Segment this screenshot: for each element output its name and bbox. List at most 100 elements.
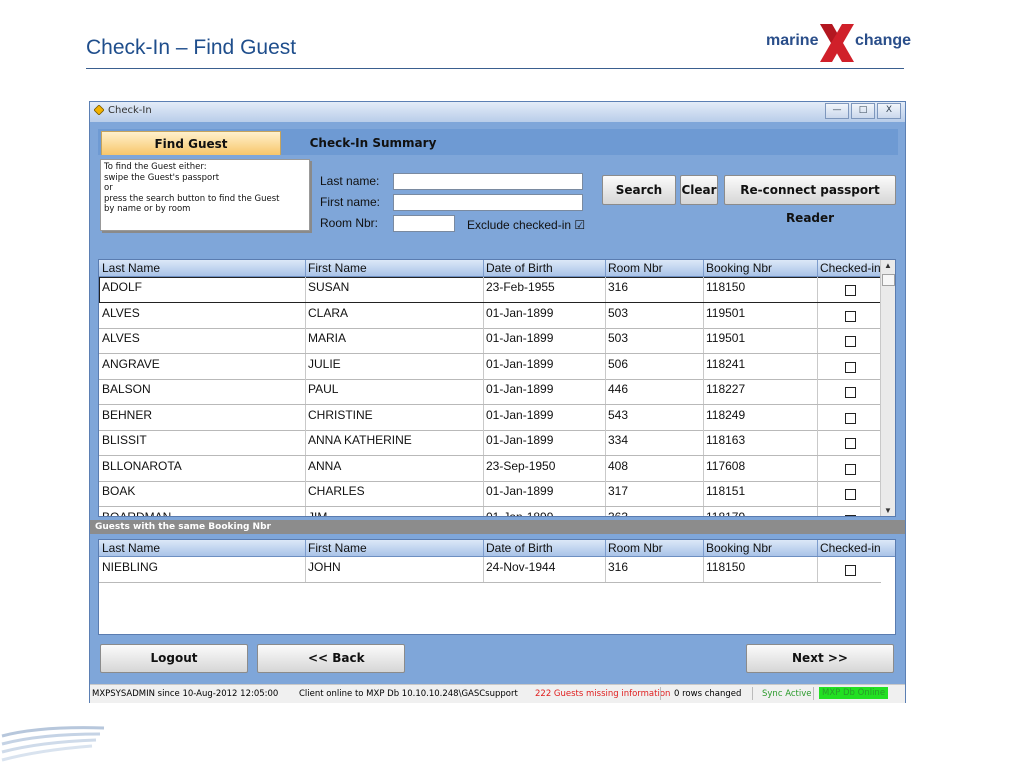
guests-scrollbar[interactable]: ▲ ▼ (880, 260, 895, 516)
cell-room-nbr: 503 (608, 305, 629, 320)
maximize-button[interactable]: □ (851, 103, 875, 119)
reconnect-passport-reader-button[interactable]: Re-connect passport Reader (724, 175, 896, 225)
same-booking-header: Guests with the same Booking Nbr (90, 520, 905, 534)
scroll-down-icon[interactable]: ▼ (884, 506, 892, 515)
cell-date-of-birth: 01-Jan-1899 (486, 407, 554, 422)
cell-date-of-birth: 01-Jan-1899 (486, 484, 554, 498)
checked-in-checkbox[interactable] (845, 412, 856, 424)
cell-booking-nbr: 119501 (706, 331, 746, 345)
table-row[interactable]: BLLONAROTA ANNA 23-Sep-1950 408 117608 (99, 455, 881, 482)
last-name-input[interactable] (393, 173, 583, 190)
column-header[interactable]: Last Name (102, 261, 160, 275)
help-text-box: To find the Guest either: swipe the Gues… (100, 159, 310, 231)
window-title: Check-In (108, 105, 152, 116)
column-header[interactable]: First Name (308, 261, 367, 275)
checked-in-checkbox[interactable] (845, 310, 856, 322)
checked-in-checkbox[interactable] (845, 565, 856, 576)
check-in-window: Check-In — □ X Find Guest Check-In Summa… (89, 101, 906, 703)
column-header[interactable]: Last Name (102, 541, 160, 555)
table-row[interactable]: BOAK CHARLES 01-Jan-1899 317 118151 (99, 481, 881, 507)
status-rows-changed: 0 rows changed (674, 689, 742, 699)
status-sync: Sync Active (762, 689, 812, 699)
room-nbr-input[interactable] (393, 215, 455, 232)
checked-in-checkbox[interactable] (845, 489, 856, 500)
column-header[interactable]: Booking Nbr (706, 541, 772, 555)
column-header[interactable]: Date of Birth (486, 261, 553, 275)
cell-booking-nbr: 118163 (706, 433, 746, 447)
checked-in-checkbox[interactable] (845, 438, 856, 449)
cell-booking-nbr: 118249 (706, 407, 746, 422)
first-name-input[interactable] (393, 194, 583, 211)
cell-date-of-birth: 01-Jan-1899 (486, 331, 554, 345)
cell-last-name: ALVES (102, 305, 140, 320)
table-row[interactable]: BEHNER CHRISTINE 01-Jan-1899 543 118249 (99, 404, 881, 431)
help-line: by name or by room (104, 204, 191, 214)
checked-in-checkbox[interactable] (845, 285, 856, 296)
cell-date-of-birth: 24-Nov-1944 (486, 560, 556, 574)
column-header[interactable]: First Name (308, 541, 367, 555)
help-line: or (104, 183, 113, 193)
search-button[interactable]: Search (602, 175, 676, 205)
cell-last-name: ANGRAVE (102, 356, 160, 371)
cell-room-nbr: 446 (608, 382, 629, 396)
scroll-up-icon[interactable]: ▲ (884, 261, 892, 270)
window-titlebar[interactable]: Check-In — □ X (90, 102, 905, 122)
table-row[interactable]: ANGRAVE JULIE 01-Jan-1899 506 118241 (99, 353, 881, 380)
help-line: press the search button to find the Gues… (104, 193, 280, 204)
search-panel: To find the Guest either: swipe the Gues… (98, 155, 898, 275)
cell-date-of-birth: 01-Jan-1899 (486, 509, 554, 517)
close-button[interactable]: X (877, 103, 901, 119)
column-header[interactable]: Checked-in (820, 541, 881, 555)
cell-first-name: PAUL (308, 382, 339, 396)
column-header[interactable]: Date of Birth (486, 541, 553, 555)
cell-first-name: JIM (308, 509, 328, 517)
column-header[interactable]: Checked-in (820, 261, 881, 275)
table-row[interactable]: BLISSIT ANNA KATHERINE 01-Jan-1899 334 11816… (99, 430, 881, 456)
table-row[interactable]: BALSON PAUL 01-Jan-1899 446 118227 (99, 379, 881, 405)
next-button[interactable]: Next >> (746, 644, 894, 673)
cell-first-name: SUSAN (308, 280, 350, 294)
cell-room-nbr: 317 (608, 484, 629, 498)
exclude-checked-in-checkbox[interactable]: Exclude checked-in ☑ (467, 218, 585, 232)
checked-in-checkbox[interactable] (845, 336, 856, 347)
status-db-online: MXP Db Online (819, 687, 889, 699)
minimize-button[interactable]: — (825, 103, 849, 119)
wave-decoration-icon (1, 726, 105, 762)
tab-check-in-summary[interactable]: Check-In Summary (288, 131, 458, 155)
cell-last-name: BOARDMAN (102, 509, 172, 517)
cell-first-name: ANNA KATHERINE (308, 433, 412, 447)
checked-in-checkbox[interactable] (845, 361, 856, 373)
cell-booking-nbr: 118179 (706, 509, 746, 517)
logout-button[interactable]: Logout (100, 644, 248, 673)
checked-in-checkbox[interactable] (845, 387, 856, 398)
tab-find-guest[interactable]: Find Guest (101, 131, 281, 155)
logo-word-right: change (855, 32, 912, 49)
status-bar: MXPSYSADMIN since 10-Aug-2012 12:05:00 C… (90, 684, 905, 703)
cell-date-of-birth: 01-Jan-1899 (486, 305, 554, 320)
cell-last-name: ADOLF (102, 280, 143, 294)
slide-title: Check-In – Find Guest (86, 36, 297, 59)
column-header[interactable]: Room Nbr (608, 261, 663, 275)
cell-booking-nbr: 117608 (706, 458, 746, 473)
cell-first-name: JOHN (308, 560, 341, 574)
marinexchange-logo: marine change (766, 22, 912, 64)
cell-first-name: MARIA (308, 331, 347, 345)
column-header[interactable]: Room Nbr (608, 541, 663, 555)
clear-button[interactable]: Clear (680, 175, 718, 205)
back-button[interactable]: << Back (257, 644, 405, 673)
guests-table: Last Name First Name Date of Birth Room … (98, 259, 896, 517)
table-row[interactable]: ADOLF SUSAN 23-Feb-1955 316 118150 (99, 277, 881, 303)
table-row[interactable]: ALVES MARIA 01-Jan-1899 503 119501 (99, 328, 881, 354)
table-row[interactable]: ALVES CLARA 01-Jan-1899 503 119501 (99, 302, 881, 329)
cell-date-of-birth: 01-Jan-1899 (486, 433, 554, 447)
cell-last-name: BLLONAROTA (102, 458, 182, 473)
table-row[interactable]: NIEBLING JOHN 24-Nov-1944 316 118150 (99, 557, 881, 583)
last-name-label: Last name: (320, 174, 380, 188)
column-header[interactable]: Booking Nbr (706, 261, 772, 275)
checked-in-checkbox[interactable] (845, 463, 856, 475)
help-line: To find the Guest either: (104, 162, 207, 172)
table-row[interactable]: BOARDMAN JIM 01-Jan-1899 363 118179 (99, 506, 881, 517)
scroll-thumb[interactable] (882, 274, 895, 286)
guests-table-header: Last Name First Name Date of Birth Room … (99, 260, 895, 277)
checked-in-checkbox[interactable] (845, 514, 856, 516)
